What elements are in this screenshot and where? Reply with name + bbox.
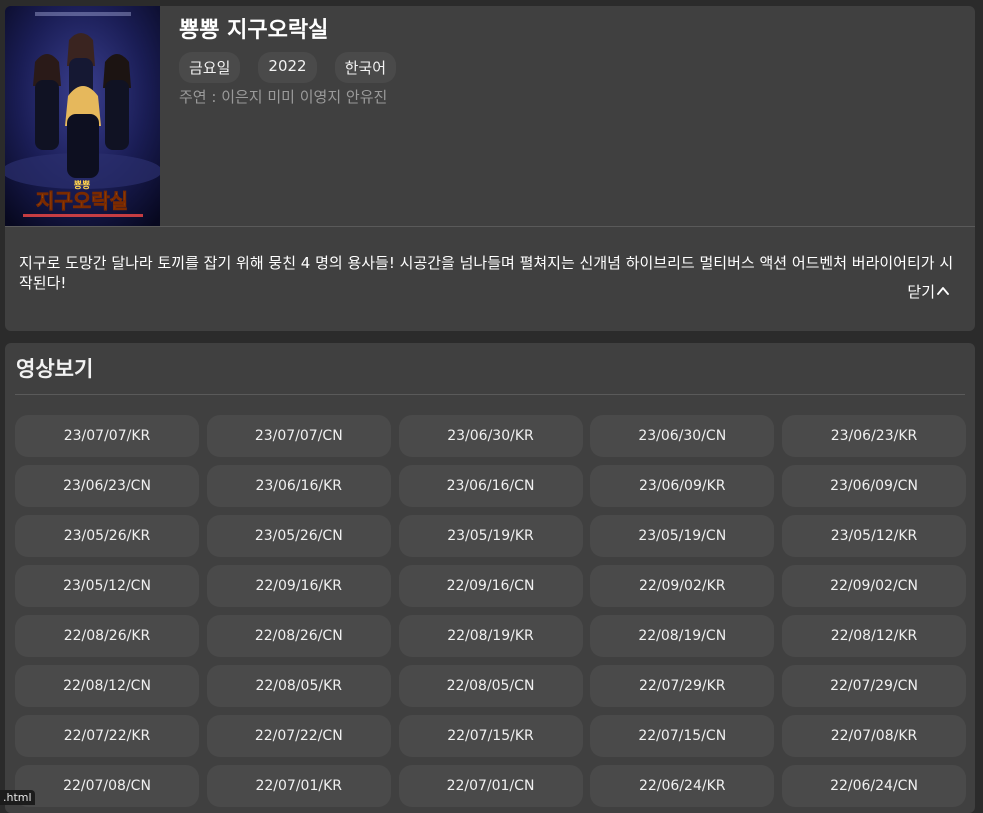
episode-button[interactable]: 22/07/29/KR — [590, 665, 775, 707]
episode-button[interactable]: 23/05/19/CN — [590, 515, 775, 557]
episode-button[interactable]: 22/06/24/KR — [590, 765, 775, 807]
section-divider — [15, 394, 965, 395]
cast-list: 주연 : 이은지 미미 이영지 안유진 — [179, 88, 388, 106]
show-tags: 금요일 2022 한국어 — [179, 52, 396, 83]
episode-button[interactable]: 23/05/12/CN — [15, 565, 199, 607]
show-title: 뿅뿅 지구오락실 — [179, 18, 329, 43]
episode-button[interactable]: 22/09/02/KR — [590, 565, 775, 607]
tag-year[interactable]: 2022 — [258, 52, 317, 83]
poster-image: 뿅뿅 지구오락실 — [5, 6, 160, 226]
episode-button[interactable]: 22/07/22/KR — [15, 715, 199, 757]
section-title: 영상보기 — [16, 357, 94, 381]
episode-button[interactable]: 22/09/16/CN — [398, 565, 583, 607]
episode-button[interactable]: 22/07/01/KR — [206, 765, 391, 807]
episode-button[interactable]: 23/06/16/KR — [206, 465, 391, 507]
episode-button[interactable]: 23/06/30/KR — [398, 415, 583, 457]
close-label: 닫기 — [907, 283, 935, 301]
info-divider — [5, 226, 975, 227]
svg-text:지구오락실: 지구오락실 — [36, 189, 128, 213]
episode-button[interactable]: 22/09/02/CN — [782, 565, 966, 607]
video-list-card: 영상보기 23/07/07/KR 23/07/07/CN 23/06/30/KR 23… — [5, 343, 975, 813]
episode-button[interactable]: 22/07/08/KR — [782, 715, 966, 757]
tag-language[interactable]: 한국어 — [334, 52, 396, 83]
episode-button[interactable]: 22/08/26/KR — [15, 615, 199, 657]
status-bar-text: .html — [0, 790, 35, 805]
episode-button[interactable]: 22/08/12/KR — [782, 615, 966, 657]
episode-button[interactable]: 23/05/26/KR — [15, 515, 199, 557]
episode-button[interactable]: 23/06/09/KR — [590, 465, 775, 507]
episode-button[interactable]: 23/07/07/CN — [206, 415, 391, 457]
close-description-button[interactable]: 닫기 — [907, 281, 949, 302]
episode-button[interactable]: 23/06/23/CN — [15, 465, 199, 507]
episode-button[interactable]: 22/08/05/KR — [206, 665, 391, 707]
show-description: 지구로 도망간 달나라 토끼를 잡기 위해 뭉친 4 명의 용사들! 시공간을 … — [19, 254, 954, 292]
episode-button[interactable]: 23/06/09/CN — [782, 465, 966, 507]
episode-button[interactable]: 22/07/15/CN — [590, 715, 775, 757]
episode-button[interactable]: 22/09/16/KR — [206, 565, 391, 607]
episode-grid: 23/07/07/KR 23/07/07/CN 23/06/30/KR 23/06/3… — [15, 415, 966, 807]
chevron-up-icon — [937, 287, 949, 295]
episode-button[interactable]: 22/08/26/CN — [206, 615, 391, 657]
episode-button[interactable]: 23/06/30/CN — [590, 415, 775, 457]
episode-button[interactable]: 23/05/26/CN — [206, 515, 391, 557]
episode-button[interactable]: 22/06/24/CN — [782, 765, 966, 807]
episode-button[interactable]: 22/07/29/CN — [782, 665, 966, 707]
episode-button[interactable]: 22/07/15/KR — [398, 715, 583, 757]
show-poster: 뿅뿅 지구오락실 — [5, 6, 160, 226]
episode-button[interactable]: 22/07/08/CN — [15, 765, 199, 807]
episode-button[interactable]: 23/07/07/KR — [15, 415, 199, 457]
tag-day[interactable]: 금요일 — [179, 52, 241, 83]
episode-button[interactable]: 22/08/12/CN — [15, 665, 199, 707]
episode-button[interactable]: 23/05/12/KR — [782, 515, 966, 557]
episode-button[interactable]: 23/06/23/KR — [782, 415, 966, 457]
episode-button[interactable]: 23/06/16/CN — [398, 465, 583, 507]
episode-button[interactable]: 22/07/01/CN — [398, 765, 583, 807]
show-info-card: 뿅뿅 지구오락실 뿅뿅 지구오락실 금요일 2022 한국어 주연 : 이은지 … — [5, 6, 975, 331]
episode-button[interactable]: 22/07/22/CN — [206, 715, 391, 757]
episode-button[interactable]: 22/08/19/KR — [398, 615, 583, 657]
episode-button[interactable]: 23/05/19/KR — [398, 515, 583, 557]
episode-button[interactable]: 22/08/19/CN — [590, 615, 775, 657]
episode-button[interactable]: 22/08/05/CN — [398, 665, 583, 707]
